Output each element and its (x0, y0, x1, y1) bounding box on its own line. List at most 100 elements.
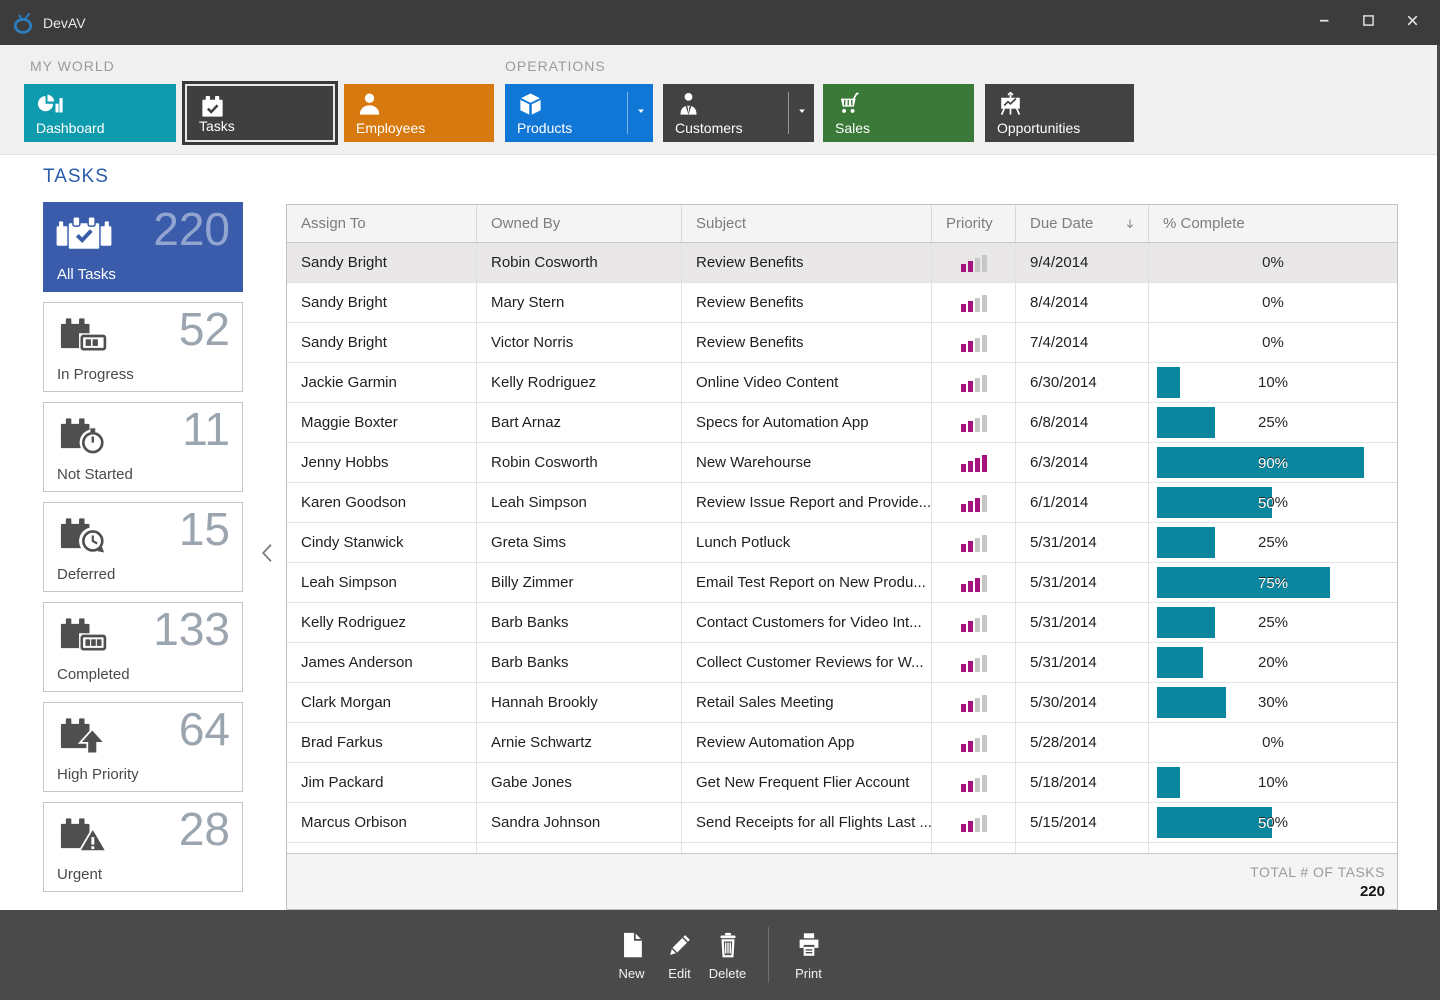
cell-subject: Review Benefits (682, 243, 932, 282)
percent-label: 0% (1149, 283, 1397, 322)
cell-due-date: 5/15/2014 (1016, 803, 1149, 842)
tile-employees[interactable]: Employees (344, 84, 494, 142)
cell-percent-complete: 50%50% (1149, 803, 1397, 842)
table-row[interactable]: Maggie BoxterBart ArnazSpecs for Automat… (287, 403, 1397, 443)
table-row[interactable]: Clark MorganHannah BrooklyRetail Sales M… (287, 683, 1397, 723)
table-row[interactable]: Jim PackardGabe JonesGet New Frequent Fl… (287, 763, 1397, 803)
percent-label: 0% (1149, 243, 1397, 282)
toolbar-button-label: Edit (668, 966, 690, 981)
minimize-button[interactable] (1302, 0, 1346, 45)
window-controls (1302, 0, 1434, 45)
tile-tasks[interactable]: Tasks (182, 81, 338, 145)
priority-bars-icon (961, 694, 987, 712)
table-row[interactable]: Sandy BrightMary SternReview Benefits8/4… (287, 283, 1397, 323)
task-filter-card-deferred[interactable]: 15Deferred (43, 502, 243, 592)
chevron-left-icon (256, 538, 280, 573)
priority-bars-icon (961, 334, 987, 352)
cell-assign-to: James Anderson (287, 643, 477, 682)
edit-button[interactable]: Edit (659, 930, 701, 981)
app-window: DevAV MY WORLDDashboardTasksEmployeesOPE… (0, 0, 1440, 1000)
cell-subject: Email Test Report on New Produ... (682, 563, 932, 602)
cell-owned-by: Mary Stern (477, 283, 682, 322)
cell-percent-complete: 0% (1149, 323, 1397, 362)
cell-subject: Retail Sales Meeting (682, 683, 932, 722)
table-row[interactable]: Kelly RodriguezBarb BanksContact Custome… (287, 603, 1397, 643)
cell-due-date: 5/30/2014 (1016, 683, 1149, 722)
table-row[interactable]: James AndersonBarb BanksCollect Customer… (287, 643, 1397, 683)
table-row[interactable]: Karen GoodsonLeah SimpsonReview Issue Re… (287, 483, 1397, 523)
cell-subject: Review Issue Report and Provide... (682, 483, 932, 522)
task-filter-card-completed[interactable]: 133 Completed (43, 602, 243, 692)
task-filter-card-high-priority[interactable]: 64High Priority (43, 702, 243, 792)
delete-button[interactable]: Delete (707, 930, 749, 981)
column-header-owned-by[interactable]: Owned By (477, 205, 682, 242)
column-header-label: Due Date (1030, 215, 1093, 232)
cell-priority (932, 523, 1016, 562)
table-row[interactable]: Leah SimpsonBilly ZimmerEmail Test Repor… (287, 563, 1397, 603)
table-row[interactable]: Sandy BrightRobin CosworthReview Benefit… (287, 243, 1397, 283)
tile-opportunities[interactable]: Opportunities (985, 84, 1134, 142)
minimize-icon (1314, 10, 1335, 36)
tile-customers[interactable]: Customers (663, 84, 814, 142)
cell-subject: New Warehourse (682, 443, 932, 482)
cell-assign-to: Sandy Bright (287, 323, 477, 362)
delete-icon (713, 930, 743, 960)
table-row[interactable]: Sandy BrightVictor NorrisReview Benefits… (287, 323, 1397, 363)
table-row[interactable]: Jackie GarminKelly RodriguezOnline Video… (287, 363, 1397, 403)
tile-dropdown-button[interactable] (627, 92, 653, 134)
table-row[interactable]: Cindy StanwickGreta SimsLunch Potluck5/3… (287, 523, 1397, 563)
total-tasks-value: 220 (1360, 883, 1385, 900)
cell-assign-to: Jackie Garmin (287, 363, 477, 402)
cell-percent-complete: 75%75% (1149, 563, 1397, 602)
cell-priority (932, 403, 1016, 442)
tasks-grid: Assign ToOwned BySubjectPriority Due Date… (286, 204, 1398, 910)
grid-header: Assign ToOwned BySubjectPriority Due Date… (287, 205, 1397, 243)
task-filter-card-not-started[interactable]: 11Not Started (43, 402, 243, 492)
column-header-complete[interactable]: % Complete (1149, 205, 1397, 242)
cell-assign-to: Clark Morgan (287, 683, 477, 722)
card-count: 11 (182, 403, 230, 456)
card-count: 133 (153, 603, 230, 656)
cell-subject: Review Benefits (682, 283, 932, 322)
cell-owned-by: Victor Norris (477, 323, 682, 362)
column-header-priority[interactable]: Priority (932, 205, 1016, 242)
priority-bars-icon (961, 774, 987, 792)
tile-label: Tasks (199, 118, 235, 134)
sort-descending-icon (1122, 216, 1138, 232)
table-row[interactable]: Jenny HobbsRobin CosworthNew Warehourse6… (287, 443, 1397, 483)
tile-dropdown-button[interactable] (788, 92, 814, 134)
cell-percent-complete: 0% (1149, 243, 1397, 282)
main-content: TASKS 220All Tasks52In Progress11Not Sta… (0, 155, 1440, 910)
grid-footer: TOTAL # OF TASKS 220 (287, 853, 1397, 909)
task-filter-card-urgent[interactable]: 28Urgent (43, 802, 243, 892)
table-row[interactable]: Brad FarkusArnie SchwartzReview Automati… (287, 723, 1397, 763)
column-header-due-date[interactable]: Due Date (1016, 205, 1149, 242)
cell-priority (932, 443, 1016, 482)
cell-subject: Get New Frequent Flier Account (682, 763, 932, 802)
card-label: Completed (57, 666, 130, 683)
toolbar-button-label: New (618, 966, 644, 981)
sidebar-collapse-button[interactable] (254, 537, 282, 573)
new-button[interactable]: New (611, 930, 653, 981)
cell-due-date: 8/4/2014 (1016, 283, 1149, 322)
column-header-subject[interactable]: Subject (682, 205, 932, 242)
table-row[interactable]: Marcus OrbisonSandra JohnsonSend Receipt… (287, 803, 1397, 843)
toolbar-separator (768, 927, 769, 983)
close-button[interactable] (1390, 0, 1434, 45)
print-button[interactable]: Print (788, 930, 830, 981)
percent-label: 0% (1149, 323, 1397, 362)
tile-sales[interactable]: Sales (823, 84, 974, 142)
tile-products[interactable]: Products (505, 84, 653, 142)
percent-label-overlay: 10% (1157, 363, 1180, 402)
column-header-assign-to[interactable]: Assign To (287, 205, 477, 242)
table-row-partial[interactable] (287, 843, 1397, 853)
task-filter-card-all-tasks[interactable]: 220All Tasks (43, 202, 243, 292)
maximize-button[interactable] (1346, 0, 1390, 45)
cell-subject: Contact Customers for Video Int... (682, 603, 932, 642)
cell-owned-by: Greta Sims (477, 523, 682, 562)
tile-dashboard[interactable]: Dashboard (24, 84, 176, 142)
cell-owned-by: Robin Cosworth (477, 243, 682, 282)
percent-label: 10% (1149, 763, 1397, 802)
task-filter-card-in-progress[interactable]: 52In Progress (43, 302, 243, 392)
cell-subject: Online Video Content (682, 363, 932, 402)
